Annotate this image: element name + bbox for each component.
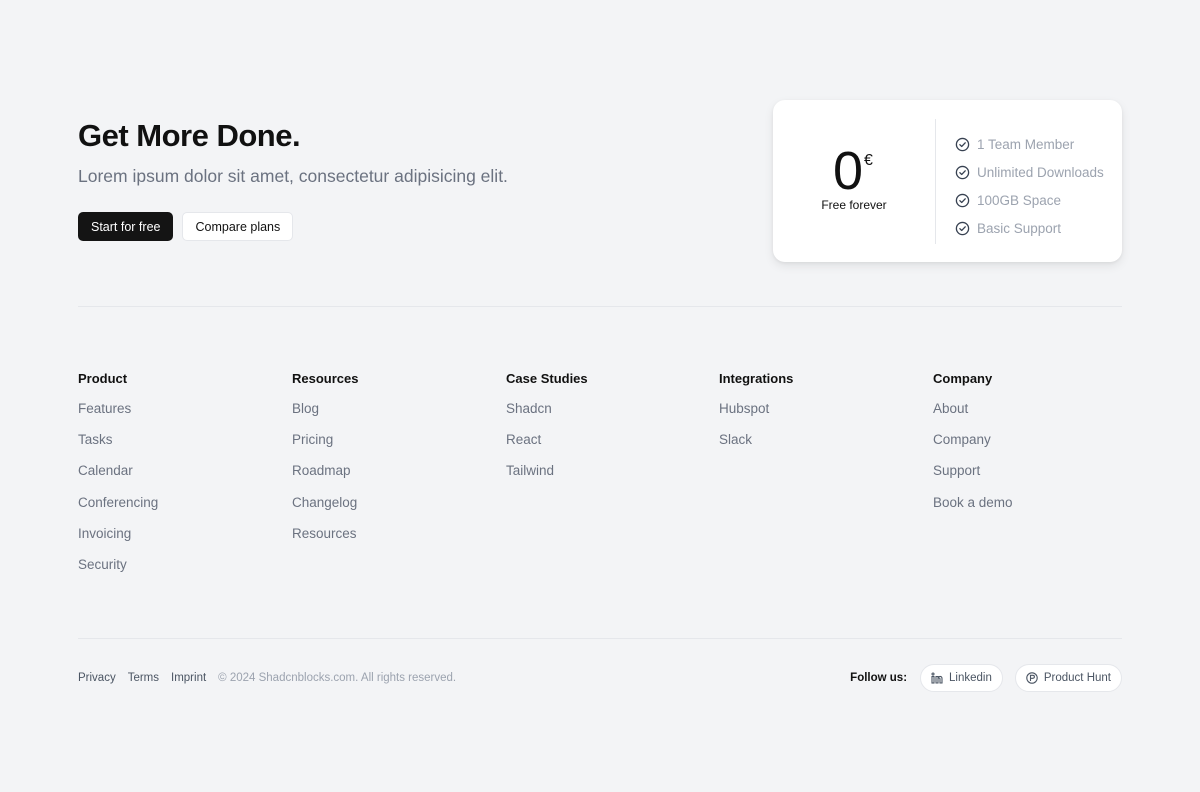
column-product: Product Features Tasks Calendar Conferen… (78, 370, 278, 588)
footer-link-shadcn[interactable]: Shadcn (506, 401, 706, 432)
column-company: Company About Company Support Book a dem… (933, 370, 1133, 526)
check-circle-icon (955, 137, 970, 151)
column-case-studies: Case Studies Shadcn React Tailwind (506, 370, 706, 495)
column-integrations: Integrations Hubspot Slack (719, 370, 919, 463)
price-amount: 0 (833, 141, 863, 201)
footer-link-book-a-demo[interactable]: Book a demo (933, 495, 1133, 526)
check-circle-icon (955, 193, 970, 207)
feature-item: 100GB Space (955, 186, 1104, 214)
footer-link-conferencing[interactable]: Conferencing (78, 495, 278, 526)
product-hunt-button[interactable]: Product Hunt (1014, 664, 1122, 692)
hero-subtitle: Lorem ipsum dolor sit amet, consectetur … (78, 166, 508, 186)
footer-link-tasks[interactable]: Tasks (78, 432, 278, 463)
linkedin-label: Linkedin (949, 672, 992, 684)
price-block: 0 € Free forever (773, 100, 935, 262)
feature-item: Basic Support (955, 214, 1104, 242)
price-divider (935, 119, 936, 244)
footer-link-tailwind[interactable]: Tailwind (506, 463, 706, 494)
footer-link-changelog[interactable]: Changelog (292, 495, 492, 526)
follow-us-label: Follow us: (850, 672, 908, 684)
price-caption: Free forever (821, 198, 887, 212)
footer-link-blog[interactable]: Blog (292, 401, 492, 432)
footer-link-hubspot[interactable]: Hubspot (719, 401, 919, 432)
footer-link-company[interactable]: Company (933, 432, 1133, 463)
column-heading: Resources (292, 371, 359, 386)
footer-link-pricing[interactable]: Pricing (292, 432, 492, 463)
feature-label: Basic Support (977, 220, 1062, 236)
column-heading: Product (78, 371, 128, 386)
social-links: Follow us: Linkedin Product Hunt (850, 664, 1122, 692)
feature-item: 1 Team Member (955, 130, 1104, 158)
product-hunt-label: Product Hunt (1043, 672, 1111, 684)
footer-link-security[interactable]: Security (78, 557, 278, 588)
price-currency: € (864, 152, 873, 169)
privacy-link[interactable]: Privacy (78, 672, 116, 684)
footer-link-roadmap[interactable]: Roadmap (292, 463, 492, 494)
copyright-text: © 2024 Shadcnblocks.com. All rights rese… (218, 672, 457, 684)
footer-link-calendar[interactable]: Calendar (78, 463, 278, 494)
section-divider (78, 306, 1122, 307)
footer-link-react[interactable]: React (506, 432, 706, 463)
imprint-link[interactable]: Imprint (171, 672, 206, 684)
column-heading: Company (933, 371, 993, 386)
footer-link-columns: Product Features Tasks Calendar Conferen… (78, 370, 1122, 590)
column-heading: Integrations (719, 371, 794, 386)
footer-bottom-bar: Privacy Terms Imprint © 2024 Shadcnblock… (78, 664, 1122, 692)
feature-label: 100GB Space (977, 192, 1062, 208)
check-circle-icon (955, 221, 970, 235)
linkedin-button[interactable]: Linkedin (920, 664, 1003, 692)
hero-buttons: Start for free Compare plans (78, 212, 294, 241)
feature-label: Unlimited Downloads (977, 164, 1104, 180)
check-circle-icon (955, 165, 970, 179)
footer-link-features[interactable]: Features (78, 401, 278, 432)
bottom-divider (78, 638, 1122, 639)
terms-link[interactable]: Terms (128, 672, 159, 684)
column-resources: Resources Blog Pricing Roadmap Changelog… (292, 370, 492, 557)
footer-link-slack[interactable]: Slack (719, 432, 919, 463)
footer-link-invoicing[interactable]: Invoicing (78, 526, 278, 557)
product-hunt-icon (1026, 672, 1038, 684)
column-heading: Case Studies (506, 371, 588, 386)
hero-section: Get More Done. Lorem ipsum dolor sit ame… (78, 100, 1122, 270)
legal-links: Privacy Terms Imprint © 2024 Shadcnblock… (78, 664, 456, 692)
start-for-free-button[interactable]: Start for free (78, 212, 174, 241)
linkedin-icon (931, 672, 943, 684)
feature-label: 1 Team Member (977, 136, 1075, 152)
hero-title: Get More Done. (78, 118, 301, 153)
compare-plans-button[interactable]: Compare plans (182, 212, 294, 241)
pricing-card: 0 € Free forever 1 Team Member Unlimited… (773, 100, 1122, 262)
footer-link-support[interactable]: Support (933, 463, 1133, 494)
footer-link-resources[interactable]: Resources (292, 526, 492, 557)
feature-list: 1 Team Member Unlimited Downloads 100GB … (955, 130, 1104, 242)
footer-link-about[interactable]: About (933, 401, 1133, 432)
feature-item: Unlimited Downloads (955, 158, 1104, 186)
